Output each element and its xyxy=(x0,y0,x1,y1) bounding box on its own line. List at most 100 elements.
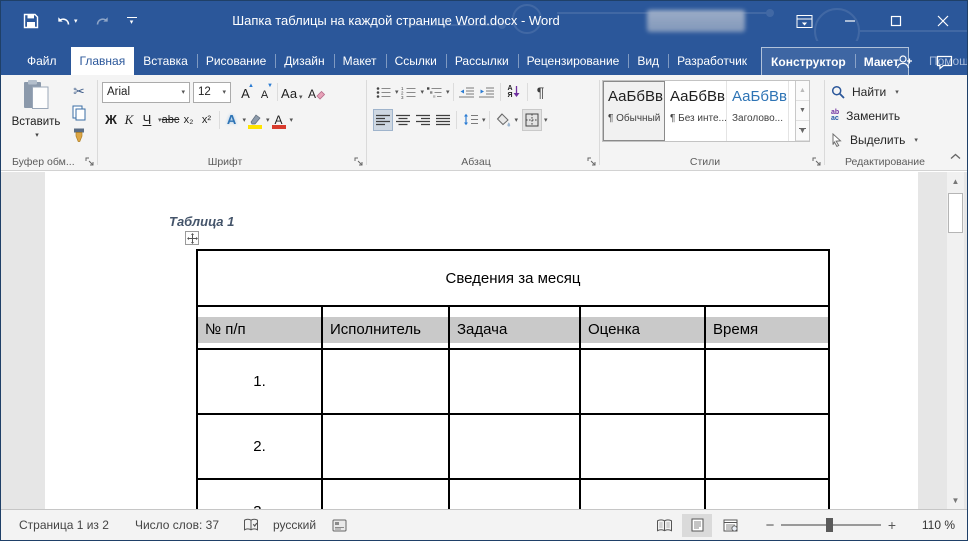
empty-cell[interactable] xyxy=(580,414,705,479)
table-row[interactable]: 2. xyxy=(197,414,829,479)
header-cell[interactable]: Время xyxy=(705,306,829,349)
select-button[interactable]: Выделить ▾ xyxy=(831,130,918,150)
table-title-cell[interactable]: Сведения за месяц xyxy=(197,250,829,306)
align-left-button[interactable] xyxy=(373,109,393,131)
tab-table-design[interactable]: Конструктор xyxy=(762,48,855,76)
select-caret[interactable]: ▾ xyxy=(914,136,918,144)
italic-button[interactable]: К xyxy=(120,109,138,131)
collapse-ribbon-button[interactable] xyxy=(950,147,961,165)
line-spacing-button[interactable] xyxy=(460,109,480,131)
row-number-cell[interactable]: 1. xyxy=(197,349,322,414)
paragraph-dialog-launcher[interactable] xyxy=(586,156,597,167)
styles-dialog-launcher[interactable] xyxy=(811,156,822,167)
scrollbar-thumb[interactable] xyxy=(948,193,963,233)
bold-button[interactable]: Ж xyxy=(102,109,120,131)
maximize-button[interactable] xyxy=(873,1,919,41)
paste-dropdown-caret[interactable]: ▾ xyxy=(35,132,39,139)
empty-cell[interactable] xyxy=(449,479,580,510)
show-paragraph-marks-button[interactable]: ¶ xyxy=(531,81,551,103)
customize-qat-button[interactable]: ▾ xyxy=(127,17,137,26)
tab-design[interactable]: Дизайн xyxy=(275,47,333,75)
font-name-caret[interactable]: ▾ xyxy=(181,88,185,96)
align-center-button[interactable] xyxy=(393,109,413,131)
empty-cell[interactable] xyxy=(322,414,449,479)
shading-button[interactable] xyxy=(493,109,513,131)
zoom-level[interactable]: 110 % xyxy=(911,518,955,532)
subscript-button[interactable]: x₂ xyxy=(180,109,198,131)
underline-button[interactable]: Ч xyxy=(138,109,156,131)
style-no-spacing[interactable]: АаБбВв ¶ Без инте... xyxy=(665,81,727,141)
header-cell[interactable]: Исполнитель xyxy=(322,306,449,349)
grow-font-button[interactable]: А▲ xyxy=(236,82,255,103)
tab-draw[interactable]: Рисование xyxy=(197,47,275,75)
zoom-slider[interactable] xyxy=(781,524,881,526)
font-dialog-launcher[interactable] xyxy=(353,156,364,167)
font-size-caret[interactable]: ▾ xyxy=(222,88,226,96)
undo-dropdown-caret[interactable]: ▾ xyxy=(74,17,78,25)
sort-button[interactable]: АЯ xyxy=(504,81,524,103)
cut-button[interactable]: ✂ xyxy=(67,80,91,102)
vertical-scrollbar[interactable]: ▲ ▼ xyxy=(947,172,964,510)
empty-cell[interactable] xyxy=(705,349,829,414)
style-heading1[interactable]: АаБбВв Заголово... xyxy=(727,81,789,141)
empty-cell[interactable] xyxy=(580,479,705,510)
empty-cell[interactable] xyxy=(580,349,705,414)
zoom-slider-thumb[interactable] xyxy=(826,518,833,532)
bullets-button[interactable] xyxy=(373,81,393,103)
tab-home[interactable]: Главная xyxy=(71,47,135,75)
justify-button[interactable] xyxy=(433,109,453,131)
paste-button[interactable]: Вставить ▾ xyxy=(11,79,61,155)
superscript-button[interactable]: x² xyxy=(198,109,216,131)
strikethrough-button[interactable]: abc xyxy=(162,109,180,131)
feedback-icon[interactable] xyxy=(936,55,953,70)
print-layout-button[interactable] xyxy=(682,514,712,537)
document-page[interactable]: Таблица 1 Сведения за месяц № п/п Исполн… xyxy=(45,172,918,510)
document-table[interactable]: Сведения за месяц № п/п Исполнитель Зада… xyxy=(196,249,830,510)
font-size-combo[interactable]: 12▾ xyxy=(193,82,231,103)
word-count[interactable]: Число слов: 37 xyxy=(135,518,219,532)
tab-developer[interactable]: Разработчик xyxy=(668,47,756,75)
align-right-button[interactable] xyxy=(413,109,433,131)
table-header-row[interactable]: № п/п Исполнитель Задача Оценка Время xyxy=(197,306,829,349)
scroll-up-button[interactable]: ▲ xyxy=(947,173,964,190)
scroll-down-button[interactable]: ▼ xyxy=(947,492,964,509)
decrease-indent-button[interactable] xyxy=(457,81,477,103)
find-caret[interactable]: ▾ xyxy=(895,88,899,96)
change-case-button[interactable]: Аа▾ xyxy=(281,82,303,103)
empty-cell[interactable] xyxy=(705,414,829,479)
format-painter-button[interactable] xyxy=(67,124,91,146)
page-indicator[interactable]: Страница 1 из 2 xyxy=(19,518,109,532)
empty-cell[interactable] xyxy=(322,479,449,510)
tab-view[interactable]: Вид xyxy=(628,47,668,75)
row-number-cell[interactable]: 3. xyxy=(197,479,322,510)
undo-button[interactable]: ▾ xyxy=(55,14,78,29)
numbering-button[interactable]: 123 xyxy=(399,81,419,103)
table-row[interactable]: 1. xyxy=(197,349,829,414)
web-layout-button[interactable] xyxy=(715,514,745,537)
replace-button[interactable]: abac Заменить xyxy=(831,106,900,126)
clipboard-dialog-launcher[interactable] xyxy=(84,156,95,167)
zoom-out-button[interactable]: − xyxy=(763,517,777,534)
text-effects-button[interactable]: А xyxy=(223,109,241,131)
clear-formatting-button[interactable]: А xyxy=(307,82,326,103)
tab-file[interactable]: Файл xyxy=(13,47,71,75)
header-cell[interactable]: Оценка xyxy=(580,306,705,349)
increase-indent-button[interactable] xyxy=(477,81,497,103)
tab-mailings[interactable]: Рассылки xyxy=(446,47,518,75)
zoom-in-button[interactable]: + xyxy=(885,517,899,533)
empty-cell[interactable] xyxy=(449,414,580,479)
empty-cell[interactable] xyxy=(705,479,829,510)
table-move-handle[interactable] xyxy=(185,231,199,245)
font-name-combo[interactable]: Arial▾ xyxy=(102,82,190,103)
tab-layout[interactable]: Макет xyxy=(334,47,386,75)
close-button[interactable] xyxy=(919,1,967,41)
tab-insert[interactable]: Вставка xyxy=(134,47,197,75)
find-button[interactable]: Найти ▾ xyxy=(831,82,899,102)
tab-review[interactable]: Рецензирование xyxy=(518,47,629,75)
redo-button-disabled[interactable] xyxy=(94,14,111,29)
copy-button[interactable] xyxy=(67,102,91,124)
save-icon[interactable] xyxy=(23,13,39,29)
font-color-caret[interactable]: ▾ xyxy=(290,116,294,124)
table-title-row[interactable]: Сведения за месяц xyxy=(197,250,829,306)
header-cell[interactable]: Задача xyxy=(449,306,580,349)
